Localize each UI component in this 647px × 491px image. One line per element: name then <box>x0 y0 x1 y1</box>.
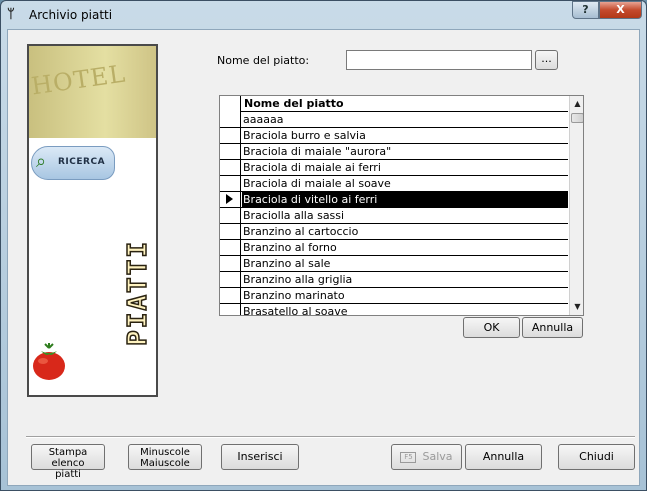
dish-name-cell[interactable]: Braciola di maiale al soave <box>242 176 568 191</box>
row-indicator-cell[interactable] <box>220 288 241 303</box>
table-row[interactable]: Braciola di maiale al soave <box>220 176 568 192</box>
dish-name-cell[interactable]: Braciola di maiale ai ferri <box>242 160 568 175</box>
print-list-label-line1: Stampa elenco <box>48 447 88 469</box>
table-row[interactable]: Braciola di vitello ai ferri <box>220 192 568 208</box>
dish-name-cell[interactable]: Branzino al forno <box>242 240 568 255</box>
separator <box>26 436 635 438</box>
arrow-down-icon[interactable]: ▼ <box>570 299 583 315</box>
row-indicator-cell[interactable] <box>220 128 241 143</box>
row-indicator-cell[interactable] <box>220 144 241 159</box>
table-row[interactable]: Branzino alla griglia <box>220 272 568 288</box>
case-toggle-button[interactable]: Minuscole Maiuscole <box>128 444 202 470</box>
column-header-name[interactable]: Nome del piatto <box>244 96 344 112</box>
window-title: Archivio piatti <box>29 8 113 22</box>
table-row[interactable]: Branzino al forno <box>220 240 568 256</box>
vertical-title: PIATTI <box>122 239 154 392</box>
table-row[interactable]: Branzino al sale <box>220 256 568 272</box>
arrow-up-icon[interactable]: ▲ <box>570 96 583 112</box>
help-button[interactable]: ? <box>572 1 599 19</box>
tomato-icon <box>33 343 65 380</box>
row-indicator-cell[interactable] <box>220 272 241 287</box>
row-indicator-cell[interactable] <box>220 176 241 191</box>
dish-name-cell[interactable]: Branzino al sale <box>242 256 568 271</box>
row-indicator-cell[interactable] <box>220 256 241 271</box>
table-row[interactable]: Braciolla alla sassi <box>220 208 568 224</box>
row-indicator-cell[interactable] <box>220 304 241 315</box>
grid-header: Nome del piatto <box>220 96 568 112</box>
row-indicator-cell[interactable] <box>220 208 241 223</box>
header-indicator-cell <box>220 96 241 112</box>
hotel-banner: HOTEL <box>29 46 156 138</box>
client-area: HOTEL ⌕ RICERCA PIATTI Nome del piatto: … <box>7 29 640 486</box>
table-row[interactable]: Branzino al cartoccio <box>220 224 568 240</box>
hotel-logo-text: HOTEL <box>29 59 128 101</box>
close-dialog-button[interactable]: Chiudi <box>558 444 635 470</box>
magnifier-icon: ⌕ <box>36 151 47 172</box>
case-label-line1: Minuscole <box>140 447 190 458</box>
scroll-thumb[interactable] <box>571 113 583 123</box>
dish-name-cell[interactable]: aaaaaa <box>242 112 568 127</box>
dish-name-input[interactable] <box>346 50 532 70</box>
triangle-right-icon <box>226 194 233 204</box>
table-row[interactable]: aaaaaa <box>220 112 568 128</box>
dish-name-cell[interactable]: Braciola burro e salvia <box>242 128 568 143</box>
dish-name-cell[interactable]: Branzino alla griglia <box>242 272 568 287</box>
search-button-label: RICERCA <box>58 157 106 167</box>
save-label: Salva <box>422 450 453 463</box>
table-row[interactable]: Braciola di maiale ai ferri <box>220 160 568 176</box>
close-button[interactable]: X <box>599 1 642 19</box>
row-indicator-cell[interactable] <box>220 224 241 239</box>
row-indicator-cell[interactable] <box>220 192 241 207</box>
dish-name-label: Nome del piatto: <box>217 54 310 67</box>
search-button[interactable]: ⌕ RICERCA <box>31 146 115 180</box>
table-row[interactable]: Branzino marinato <box>220 288 568 304</box>
title-bar[interactable]: ᛘ Archivio piatti ? X <box>1 1 646 29</box>
browse-button[interactable]: ... <box>535 50 558 70</box>
case-label-line2: Maiuscole <box>140 458 190 469</box>
table-row[interactable]: Braciola di maiale "aurora" <box>220 144 568 160</box>
print-list-label-line2: piatti <box>55 469 81 480</box>
dishes-grid[interactable]: Nome del piatto aaaaaa Braciola burro e s… <box>219 95 584 316</box>
dish-name-cell[interactable]: Branzino al cartoccio <box>242 224 568 239</box>
table-row[interactable]: Braciola burro e salvia <box>220 128 568 144</box>
row-indicator-cell[interactable] <box>220 160 241 175</box>
dialog-window: ᛘ Archivio piatti ? X HOTEL ⌕ RICERCA PI… <box>0 0 647 491</box>
dish-name-cell[interactable]: Braciolla alla sassi <box>242 208 568 223</box>
fork-knife-icon: ᛘ <box>7 7 15 22</box>
vertical-scrollbar[interactable]: ▲ ▼ <box>569 96 583 315</box>
save-button[interactable]: F5 Salva <box>391 444 462 470</box>
table-row[interactable]: Brasatello al soave <box>220 304 568 315</box>
row-indicator-cell[interactable] <box>220 112 241 127</box>
ok-button[interactable]: OK <box>463 317 520 338</box>
cancel-button[interactable]: Annulla <box>465 444 542 470</box>
print-list-button[interactable]: Stampa elenco piatti <box>31 444 105 480</box>
row-indicator-cell[interactable] <box>220 240 241 255</box>
side-image-panel: HOTEL ⌕ RICERCA PIATTI <box>27 44 158 397</box>
dish-name-cell[interactable]: Brasatello al soave <box>242 304 568 315</box>
dish-name-cell[interactable]: Braciola di maiale "aurora" <box>242 144 568 159</box>
dish-name-cell[interactable]: Braciola di vitello ai ferri <box>242 192 568 207</box>
insert-button[interactable]: Inserisci <box>221 444 299 470</box>
dish-name-cell[interactable]: Branzino marinato <box>242 288 568 303</box>
vertical-title-text: PIATTI <box>122 239 154 346</box>
grid-cancel-button[interactable]: Annulla <box>522 317 583 338</box>
f5-key-icon: F5 <box>400 451 417 463</box>
